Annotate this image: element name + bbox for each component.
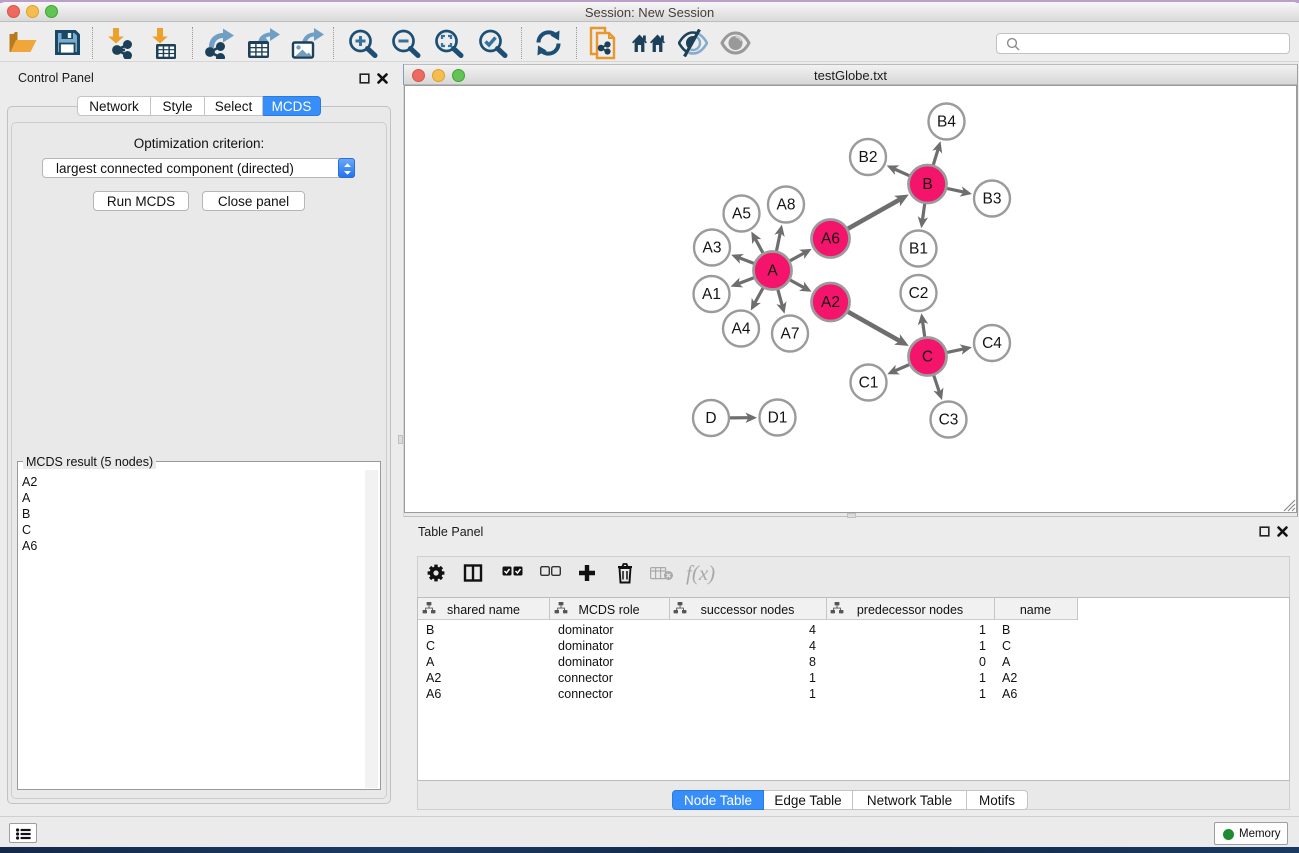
svg-text:A7: A7 xyxy=(781,326,800,343)
svg-text:D: D xyxy=(705,410,716,427)
svg-text:C: C xyxy=(922,349,933,366)
svg-text:C3: C3 xyxy=(939,412,959,429)
svg-text:C2: C2 xyxy=(909,285,929,302)
svg-text:B3: B3 xyxy=(983,191,1002,208)
svg-text:A: A xyxy=(767,263,778,280)
svg-text:B4: B4 xyxy=(937,114,956,131)
svg-text:A6: A6 xyxy=(821,231,840,248)
svg-text:C4: C4 xyxy=(982,335,1002,352)
svg-text:A4: A4 xyxy=(732,321,751,338)
svg-text:A2: A2 xyxy=(821,294,840,311)
svg-text:A1: A1 xyxy=(702,286,721,303)
svg-text:B1: B1 xyxy=(909,241,928,258)
svg-text:A3: A3 xyxy=(703,240,722,257)
svg-text:C1: C1 xyxy=(859,375,879,392)
svg-text:A8: A8 xyxy=(777,197,796,214)
svg-text:D1: D1 xyxy=(768,410,788,427)
svg-text:A5: A5 xyxy=(732,206,751,223)
svg-text:B: B xyxy=(922,176,932,193)
svg-text:B2: B2 xyxy=(859,149,878,166)
